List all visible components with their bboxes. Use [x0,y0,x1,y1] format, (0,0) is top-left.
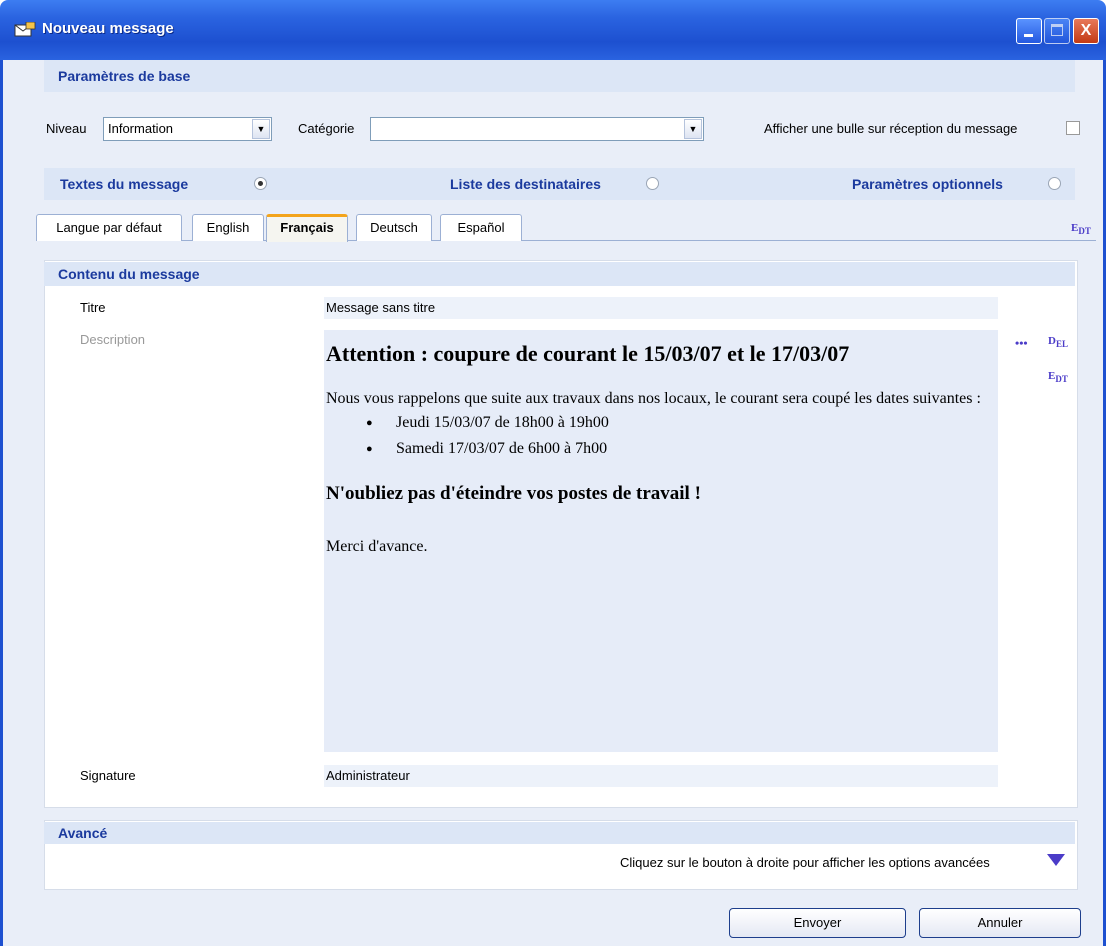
close-button[interactable]: X [1073,18,1099,44]
title-bar: Nouveau message X [0,0,1106,60]
category-label: Catégorie [298,121,355,136]
optional-radio[interactable] [1048,177,1061,190]
level-value: Information [108,121,174,136]
advanced-note: Cliquez sur le bouton à droite pour affi… [620,855,990,870]
description-emphasis: N'oubliez pas d'éteindre vos postes de t… [326,483,701,504]
title-field[interactable]: Message sans titre [324,297,998,319]
description-heading: Attention : coupure de courant le 15/03/… [326,341,850,366]
bubble-label: Afficher une bulle sur réception du mess… [764,121,1018,136]
section-content-header: Contenu du message [44,262,1075,286]
list-item: Jeudi 15/03/07 de 18h00 à 19h00 [366,410,996,436]
level-label: Niveau [46,121,87,136]
minimize-icon [1024,34,1033,37]
app-icon [14,22,36,37]
category-select[interactable]: ▼ [370,117,704,141]
texts-section-label[interactable]: Textes du message [60,168,188,200]
window-title: Nouveau message [42,20,174,37]
cancel-button[interactable]: Annuler [919,908,1081,938]
section-basic-header: Paramètres de base [44,60,1075,92]
delete-language-icon[interactable]: DEL [1048,335,1068,349]
maximize-button[interactable] [1044,18,1070,44]
optional-section-label[interactable]: Paramètres optionnels [852,168,1003,200]
tab-english[interactable]: English [192,214,264,241]
tab-espanol[interactable]: Español [440,214,522,241]
tab-francais[interactable]: Français [266,214,348,242]
recipients-section-label[interactable]: Liste des destinataires [450,168,601,200]
bubble-checkbox[interactable] [1066,121,1080,135]
description-editor[interactable]: Attention : coupure de courant le 15/03/… [324,330,998,752]
texts-radio[interactable] [254,177,267,190]
description-closing: Merci d'avance. [326,538,428,555]
description-intro: Nous vous rappelons que suite aux travau… [326,390,981,407]
tab-deutsch[interactable]: Deutsch [356,214,432,241]
section-advanced-header: Avancé [44,822,1075,844]
send-button[interactable]: Envoyer [729,908,906,938]
level-select[interactable]: Information ▼ [103,117,272,141]
ellipsis-icon[interactable]: ••• [1015,336,1028,351]
chevron-down-icon[interactable]: ▼ [252,119,270,139]
close-icon: X [1080,22,1092,39]
minimize-button[interactable] [1016,18,1042,44]
recipients-radio[interactable] [646,177,659,190]
expand-advanced-icon[interactable] [1047,854,1065,866]
maximize-icon [1051,24,1063,36]
tab-default-language[interactable]: Langue par défaut [36,214,182,241]
section-selector-bar: Textes du message Liste des destinataire… [44,168,1075,200]
list-item: Samedi 17/03/07 de 6h00 à 7h00 [366,436,996,462]
title-label: Titre [80,300,106,315]
description-list: Jeudi 15/03/07 de 18h00 à 19h00 Samedi 1… [366,410,996,462]
description-label: Description [80,332,146,347]
edit-translation-icon[interactable]: EDT [1071,222,1091,236]
signature-field[interactable]: Administrateur [324,765,998,787]
edit-translation-icon[interactable]: EDT [1048,370,1068,384]
chevron-down-icon[interactable]: ▼ [684,119,702,139]
signature-label: Signature [80,768,136,783]
